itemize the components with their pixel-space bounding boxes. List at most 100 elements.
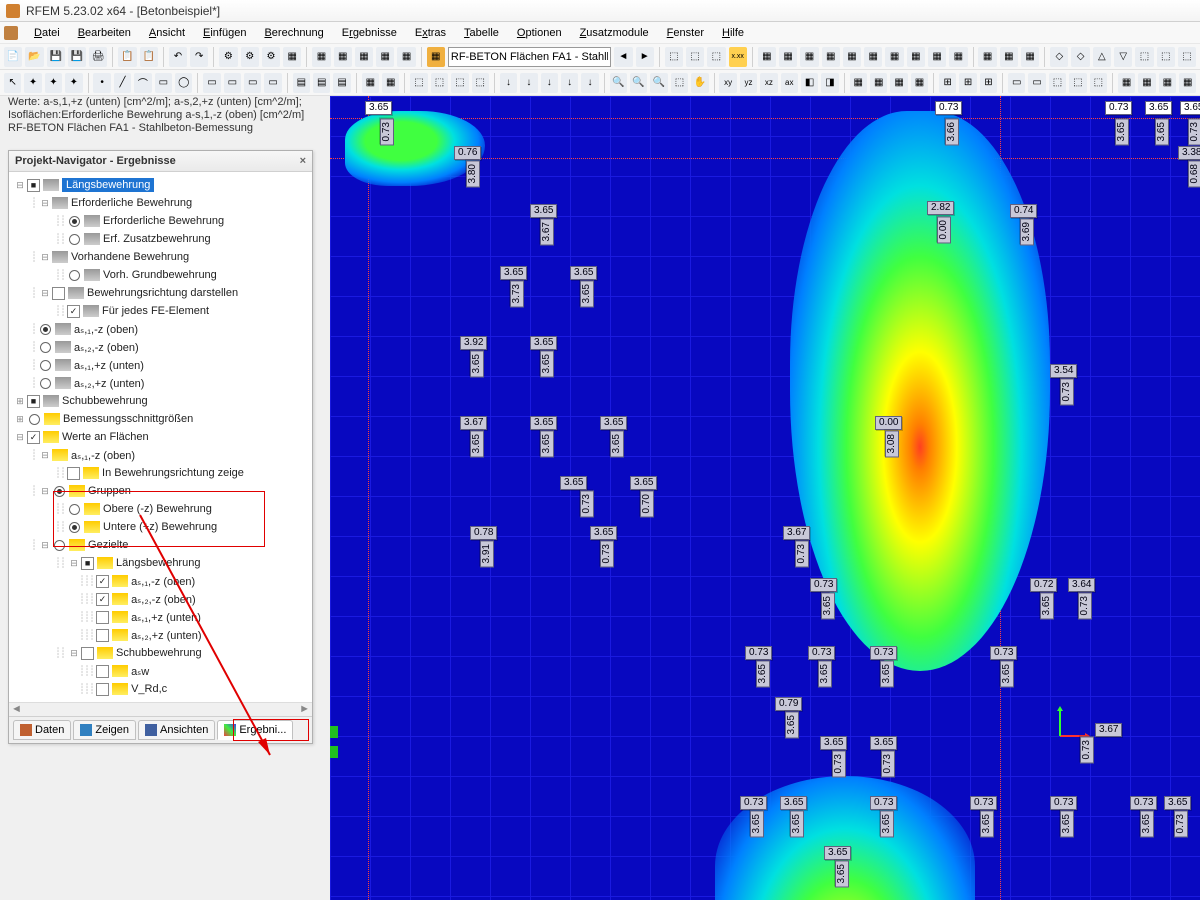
tb2-ax1[interactable]: xy xyxy=(719,73,736,93)
tb-r6[interactable]: ▦ xyxy=(864,47,882,67)
tree-bemess[interactable]: Bemessungsschnittgrößen xyxy=(63,413,193,425)
tb2-m1[interactable]: ▦ xyxy=(850,73,867,93)
tb2-pan[interactable]: ✋ xyxy=(691,73,708,93)
tree-vorh-grund[interactable]: Vorh. Grundbewehrung xyxy=(103,269,217,281)
tb2-ax5[interactable]: ◧ xyxy=(801,73,818,93)
tb2-o1[interactable]: ▭ xyxy=(1008,73,1025,93)
tree-erf-bew2[interactable]: Erforderliche Bewehrung xyxy=(103,215,224,227)
tb2-p3[interactable]: ▦ xyxy=(1159,73,1176,93)
tb2-x[interactable]: ↓ xyxy=(520,73,537,93)
tree-a1zu[interactable]: aₛ,₁,+z (unten) xyxy=(74,359,144,372)
tb-save[interactable]: 💾 xyxy=(47,47,65,67)
tb2-o2[interactable]: ▭ xyxy=(1028,73,1045,93)
menu-zusatzmodule[interactable]: Zusatzmodule xyxy=(572,25,657,41)
tb-r7[interactable]: ▦ xyxy=(885,47,903,67)
tb2-p1[interactable]: ▦ xyxy=(1118,73,1135,93)
tb2-m2[interactable]: ▦ xyxy=(870,73,887,93)
tb2-p[interactable]: ▤ xyxy=(333,73,350,93)
tb2-aa[interactable]: ↓ xyxy=(581,73,598,93)
menu-ergebnisse[interactable]: Ergebnisse xyxy=(334,25,405,41)
tree-a1zo[interactable]: aₛ,₁,-z (oben) xyxy=(74,323,138,336)
tab-daten[interactable]: Daten xyxy=(13,720,71,740)
menu-bearbeiten[interactable]: Bearbeiten xyxy=(70,25,139,41)
tb2-t[interactable]: ⬚ xyxy=(431,73,448,93)
tb-r4[interactable]: ▦ xyxy=(822,47,840,67)
tb-t7[interactable]: ⬚ xyxy=(1178,47,1196,67)
tb-r9[interactable]: ▦ xyxy=(928,47,946,67)
tb-r1[interactable]: ▦ xyxy=(758,47,776,67)
tb-saveall[interactable]: 💾 xyxy=(68,47,86,67)
tb-view3[interactable]: ▦ xyxy=(355,47,373,67)
tb2-o5[interactable]: ⬚ xyxy=(1090,73,1107,93)
tree-a2zo[interactable]: aₛ,₂,-z (oben) xyxy=(74,341,139,354)
menu-hilfe[interactable]: Hilfe xyxy=(714,25,752,41)
tb-calc4[interactable]: ▦ xyxy=(283,47,301,67)
tb2-3d[interactable]: ⬚ xyxy=(671,73,688,93)
tb2-q[interactable]: ▦ xyxy=(362,73,379,93)
tb-t2[interactable]: ◇ xyxy=(1071,47,1089,67)
tb-r2[interactable]: ▦ xyxy=(779,47,797,67)
tb-view2[interactable]: ▦ xyxy=(334,47,352,67)
menu-extras[interactable]: Extras xyxy=(407,25,454,41)
tb2-y[interactable]: ↓ xyxy=(541,73,558,93)
tb-copy[interactable]: 📋 xyxy=(118,47,136,67)
tb2-ax6[interactable]: ◨ xyxy=(821,73,838,93)
tb2-ax3[interactable]: xz xyxy=(760,73,777,93)
tb2-g[interactable]: ⌒ xyxy=(134,73,151,93)
tree-vorh[interactable]: Vorhandene Bewehrung xyxy=(71,251,189,263)
tb2-h[interactable]: ▭ xyxy=(155,73,172,93)
tb-calc3[interactable]: ⚙ xyxy=(262,47,280,67)
tb2-m4[interactable]: ▦ xyxy=(911,73,928,93)
tb-t1[interactable]: ◇ xyxy=(1050,47,1068,67)
tb2-n2[interactable]: ⊞ xyxy=(959,73,976,93)
tb2-u[interactable]: ⬚ xyxy=(451,73,468,93)
tb-new[interactable]: 📄 xyxy=(4,47,22,67)
tree-bew-richt[interactable]: Bewehrungsrichtung darstellen xyxy=(87,287,238,299)
tb-undo[interactable]: ↶ xyxy=(169,47,187,67)
tree-fe-elem[interactable]: Für jedes FE-Element xyxy=(102,305,209,317)
close-icon[interactable]: × xyxy=(300,155,306,167)
menu-berechnung[interactable]: Berechnung xyxy=(256,25,331,41)
tb-r10[interactable]: ▦ xyxy=(949,47,967,67)
tb2-o[interactable]: ▤ xyxy=(313,73,330,93)
tb-mod-icon[interactable]: ▦ xyxy=(427,47,445,67)
tree-a1zo2[interactable]: aₛ,₁,-z (oben) xyxy=(71,449,135,462)
tb-view4[interactable]: ▦ xyxy=(376,47,394,67)
tb2-e[interactable]: • xyxy=(93,73,110,93)
tree-schub[interactable]: Schubbewehrung xyxy=(62,395,148,407)
tb2-s[interactable]: ⬚ xyxy=(410,73,427,93)
tb2-k[interactable]: ▭ xyxy=(224,73,241,93)
tb2-m[interactable]: ▭ xyxy=(264,73,281,93)
tb-s2[interactable]: ▦ xyxy=(1000,47,1018,67)
tb2-n1[interactable]: ⊞ xyxy=(939,73,956,93)
menu-tabelle[interactable]: Tabelle xyxy=(456,25,507,41)
tb-view5[interactable]: ▦ xyxy=(397,47,415,67)
tb-r5[interactable]: ▦ xyxy=(843,47,861,67)
tb-redo[interactable]: ↷ xyxy=(190,47,208,67)
tb2-ax4[interactable]: ax xyxy=(781,73,798,93)
tree-werte[interactable]: Werte an Flächen xyxy=(62,431,149,443)
tb2-v[interactable]: ⬚ xyxy=(472,73,489,93)
tree-in-bew[interactable]: In Bewehrungsrichtung zeige xyxy=(102,467,244,479)
tb-3d1[interactable]: ⬚ xyxy=(665,47,683,67)
tb-calc2[interactable]: ⚙ xyxy=(241,47,259,67)
tb2-a[interactable]: ↖ xyxy=(4,73,21,93)
tb2-p2[interactable]: ▦ xyxy=(1138,73,1155,93)
tb2-c[interactable]: ✦ xyxy=(45,73,62,93)
module-select[interactable] xyxy=(448,47,611,67)
tb-print[interactable]: 🖨 xyxy=(89,47,107,67)
tb-3d3[interactable]: ⬚ xyxy=(707,47,725,67)
tb2-i[interactable]: ◯ xyxy=(175,73,192,93)
tb-xyz[interactable]: x.xx xyxy=(729,47,747,67)
tb2-n[interactable]: ▤ xyxy=(293,73,310,93)
tb-t4[interactable]: ▽ xyxy=(1114,47,1132,67)
tb-calc1[interactable]: ⚙ xyxy=(219,47,237,67)
tb-view1[interactable]: ▦ xyxy=(312,47,330,67)
menu-datei[interactable]: Datei xyxy=(26,25,68,41)
menu-fenster[interactable]: Fenster xyxy=(659,25,712,41)
tb2-r[interactable]: ▦ xyxy=(382,73,399,93)
tb-t3[interactable]: △ xyxy=(1093,47,1111,67)
tree-erf-zusatz[interactable]: Erf. Zusatzbewehrung xyxy=(103,233,211,245)
menu-einfuegen[interactable]: Einfügen xyxy=(195,25,254,41)
tb2-p4[interactable]: ▦ xyxy=(1179,73,1196,93)
